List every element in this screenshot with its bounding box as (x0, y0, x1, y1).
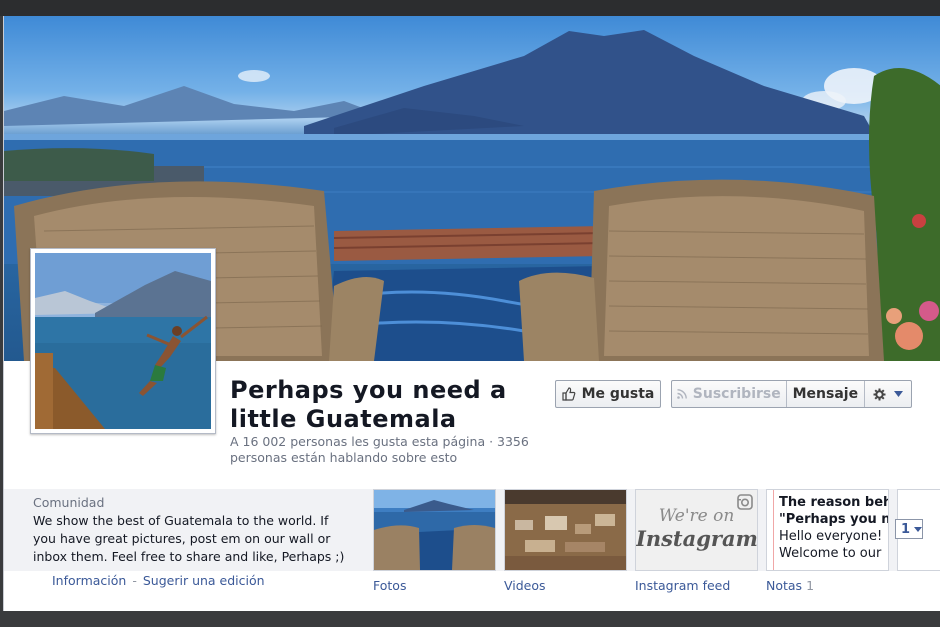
notes-margin-line (773, 490, 774, 570)
page-description: We show the best of Guatemala to the wor… (33, 513, 345, 564)
caret-down-icon (914, 526, 923, 532)
apps-count: 1 (901, 521, 911, 537)
photos-app-tile[interactable] (373, 489, 496, 571)
about-box: Comunidad We show the best of Guatemala … (4, 489, 364, 571)
notes-line: Welcome to our (779, 546, 882, 561)
suggest-edit-link[interactable]: Sugerir una edición (143, 573, 265, 588)
likes-count-text: A 16 002 personas les gusta esta página … (230, 434, 529, 465)
notes-app-label[interactable]: Notas 1 (766, 578, 814, 593)
instagram-tile-text-2: Instagram (636, 526, 758, 551)
notes-line: "Perhaps you nee (779, 512, 888, 527)
notes-line: The reason behin (779, 495, 888, 510)
page-frame: Perhaps you need a little Guatemala A 16… (3, 16, 940, 611)
browser-top-bar (0, 0, 940, 16)
page-title: Perhaps you need a little Guatemala (230, 376, 507, 433)
page-category: Comunidad (33, 495, 105, 510)
videos-app-tile[interactable] (504, 489, 627, 571)
notes-label-text: Notas (766, 578, 803, 593)
like-button[interactable]: Me gusta (555, 380, 661, 408)
message-button-label: Mensaje (792, 386, 859, 402)
instagram-app-tile[interactable]: We're on Instagram (635, 489, 758, 571)
page-action-group: Suscribirse Mensaje (671, 380, 912, 408)
notes-line: Hello everyone! (779, 529, 883, 544)
settings-dropdown-button[interactable] (865, 381, 911, 407)
like-button-label: Me gusta (581, 386, 655, 402)
thumbs-up-icon (562, 387, 576, 401)
subscribe-button-label: Suscribirse (692, 386, 781, 402)
videos-app-label[interactable]: Videos (504, 578, 546, 593)
notes-app-tile[interactable]: The reason behin "Perhaps you nee Hello … (766, 489, 889, 571)
subscribe-button[interactable]: Suscribirse (672, 381, 787, 407)
message-button[interactable]: Mensaje (787, 381, 866, 407)
notes-count: 1 (806, 578, 815, 593)
rss-icon (676, 389, 687, 399)
caret-down-icon (894, 391, 904, 397)
info-link[interactable]: Información (52, 573, 126, 588)
browser-bottom-bar (0, 611, 940, 627)
photos-app-label[interactable]: Fotos (373, 578, 406, 593)
link-separator: - (132, 573, 137, 588)
gear-icon (873, 388, 886, 401)
about-links: Información - Sugerir una edición (52, 573, 265, 588)
instagram-app-label[interactable]: Instagram feed (635, 578, 730, 593)
apps-count-dropdown[interactable]: 1 (895, 519, 923, 539)
profile-picture[interactable] (30, 248, 216, 434)
notes-preview: The reason behin "Perhaps you nee Hello … (767, 490, 888, 562)
instagram-tile-text-1: We're on (658, 506, 735, 526)
